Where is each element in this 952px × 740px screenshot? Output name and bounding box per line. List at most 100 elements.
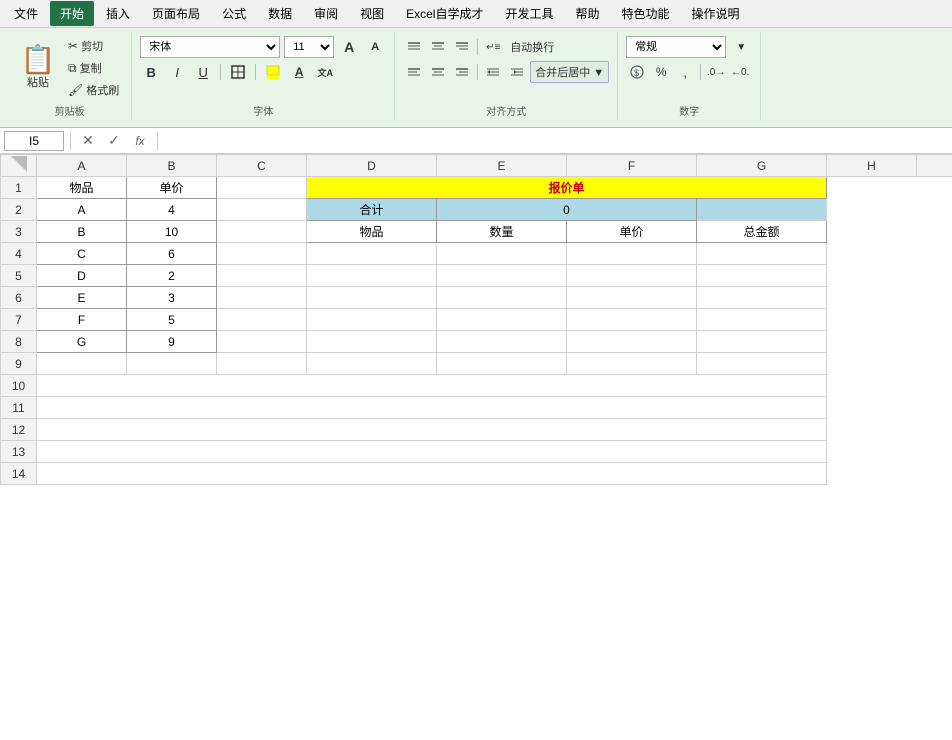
cell-d8[interactable]: [307, 331, 437, 353]
confirm-formula-button[interactable]: ✓: [103, 130, 125, 152]
cell-e6[interactable]: [437, 287, 567, 309]
cell-row12[interactable]: [37, 419, 827, 441]
cell-c3[interactable]: [217, 221, 307, 243]
row-header-5[interactable]: 5: [1, 265, 37, 287]
cell-a8[interactable]: G: [37, 331, 127, 353]
cell-d9[interactable]: [307, 353, 437, 375]
currency-button[interactable]: $: [626, 61, 648, 83]
cell-d7[interactable]: [307, 309, 437, 331]
cut-button[interactable]: ✂ 剪切: [64, 36, 123, 56]
cell-c7[interactable]: [217, 309, 307, 331]
row-header-3[interactable]: 3: [1, 221, 37, 243]
cell-a9[interactable]: [37, 353, 127, 375]
cell-d4[interactable]: [307, 243, 437, 265]
cell-row11[interactable]: [37, 397, 827, 419]
cell-e5[interactable]: [437, 265, 567, 287]
cancel-formula-button[interactable]: ✕: [77, 130, 99, 152]
cell-g9[interactable]: [697, 353, 827, 375]
fill-color-button[interactable]: [262, 61, 284, 83]
menu-formula[interactable]: 公式: [212, 1, 256, 26]
row-header-9[interactable]: 9: [1, 353, 37, 375]
comma-button[interactable]: ,: [674, 61, 696, 83]
align-top-right-button[interactable]: [451, 36, 473, 58]
merge-center-button[interactable]: 合并后居中 ▼: [530, 61, 609, 83]
align-left-button[interactable]: [403, 61, 425, 83]
decrease-decimal-button[interactable]: .0→: [705, 61, 727, 83]
wrap-text-toggle[interactable]: ↵≡: [482, 36, 504, 58]
cell-g7[interactable]: [697, 309, 827, 331]
cell-e9[interactable]: [437, 353, 567, 375]
italic-button[interactable]: I: [166, 61, 188, 83]
cell-b6[interactable]: 3: [127, 287, 217, 309]
cell-a6[interactable]: E: [37, 287, 127, 309]
cell-b7[interactable]: 5: [127, 309, 217, 331]
cell-e8[interactable]: [437, 331, 567, 353]
cell-e7[interactable]: [437, 309, 567, 331]
menu-review[interactable]: 审阅: [304, 1, 348, 26]
cell-f6[interactable]: [567, 287, 697, 309]
col-header-b[interactable]: B: [127, 155, 217, 177]
cell-c4[interactable]: [217, 243, 307, 265]
align-right-button[interactable]: [451, 61, 473, 83]
cell-a4[interactable]: C: [37, 243, 127, 265]
cell-b8[interactable]: 9: [127, 331, 217, 353]
menu-special[interactable]: 特色功能: [612, 1, 680, 26]
cell-c1[interactable]: [217, 177, 307, 199]
menu-excel-learn[interactable]: Excel自学成才: [396, 1, 493, 26]
increase-decimal-button[interactable]: ←0.: [729, 61, 751, 83]
cell-f8[interactable]: [567, 331, 697, 353]
cell-a1[interactable]: 物品: [37, 177, 127, 199]
cell-c6[interactable]: [217, 287, 307, 309]
cell-b5[interactable]: 2: [127, 265, 217, 287]
col-header-e[interactable]: E: [437, 155, 567, 177]
cell-c5[interactable]: [217, 265, 307, 287]
align-top-center-button[interactable]: [427, 36, 449, 58]
cell-a7[interactable]: F: [37, 309, 127, 331]
formula-input[interactable]: [164, 131, 948, 151]
cell-g2[interactable]: [697, 199, 827, 221]
cell-a3[interactable]: B: [37, 221, 127, 243]
align-center-button[interactable]: [427, 61, 449, 83]
cell-row10[interactable]: [37, 375, 827, 397]
cell-g8[interactable]: [697, 331, 827, 353]
cell-e3[interactable]: 数量: [437, 221, 567, 243]
font-name-selector[interactable]: 宋体: [140, 36, 280, 58]
font-grow-button[interactable]: A: [338, 36, 360, 58]
col-header-f[interactable]: F: [567, 155, 697, 177]
format-painter-button[interactable]: 🖌 格式刷: [64, 80, 123, 100]
row-header-10[interactable]: 10: [1, 375, 37, 397]
menu-help[interactable]: 帮助: [566, 1, 610, 26]
cell-b9[interactable]: [127, 353, 217, 375]
cell-d5[interactable]: [307, 265, 437, 287]
menu-data[interactable]: 数据: [258, 1, 302, 26]
cell-b4[interactable]: 6: [127, 243, 217, 265]
menu-instructions[interactable]: 操作说明: [682, 1, 750, 26]
row-header-7[interactable]: 7: [1, 309, 37, 331]
cell-f9[interactable]: [567, 353, 697, 375]
insert-function-button[interactable]: fx: [129, 130, 151, 152]
copy-button[interactable]: ⧉ 复制: [64, 58, 123, 78]
border-button[interactable]: [227, 61, 249, 83]
cell-f3[interactable]: 单价: [567, 221, 697, 243]
cell-g5[interactable]: [697, 265, 827, 287]
percent-button[interactable]: %: [650, 61, 672, 83]
cell-c2[interactable]: [217, 199, 307, 221]
cell-b1[interactable]: 单价: [127, 177, 217, 199]
cell-c9[interactable]: [217, 353, 307, 375]
increase-indent-button[interactable]: [506, 61, 528, 83]
col-header-g[interactable]: G: [697, 155, 827, 177]
number-format-expand[interactable]: ▼: [730, 36, 752, 58]
cell-f5[interactable]: [567, 265, 697, 287]
bold-button[interactable]: B: [140, 61, 162, 83]
underline-button[interactable]: U: [192, 61, 214, 83]
font-color-button[interactable]: A: [288, 61, 310, 83]
menu-insert[interactable]: 插入: [96, 1, 140, 26]
cell-g4[interactable]: [697, 243, 827, 265]
col-header-i[interactable]: I: [917, 155, 952, 177]
cell-row14[interactable]: [37, 463, 827, 485]
cell-a5[interactable]: D: [37, 265, 127, 287]
cell-d6[interactable]: [307, 287, 437, 309]
cell-d3[interactable]: 物品: [307, 221, 437, 243]
row-header-4[interactable]: 4: [1, 243, 37, 265]
cell-d1-merged[interactable]: 报价单: [307, 177, 827, 199]
